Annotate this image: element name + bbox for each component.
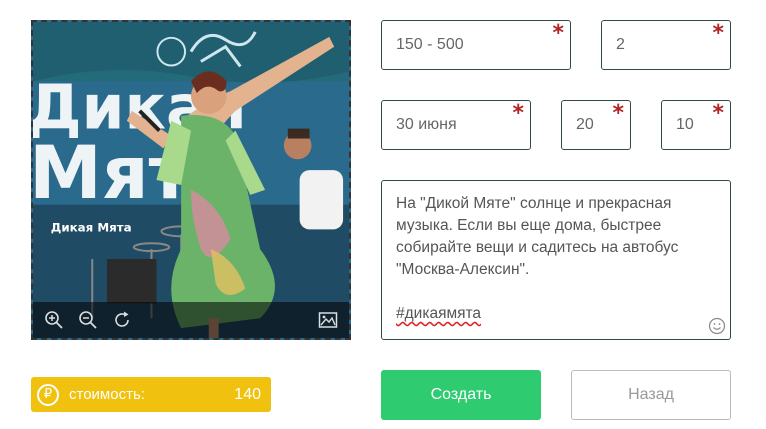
description-line: музыка. Если вы еще дома, быстрее xyxy=(396,217,662,234)
count-field[interactable]: 2 * xyxy=(601,20,731,70)
rotate-icon[interactable] xyxy=(111,309,133,331)
date-field[interactable]: 30 июня * xyxy=(381,100,531,150)
hashtag-text: #дикаямята xyxy=(396,305,482,322)
price-label: стоимость: xyxy=(69,386,145,403)
ruble-icon: ₽ xyxy=(37,383,59,406)
photo-crop-area[interactable]: Дикая Мята Дикая Мята xyxy=(31,20,351,340)
photo-toolbar xyxy=(33,302,349,338)
create-button[interactable]: Создать xyxy=(381,370,541,420)
price-range-field[interactable]: 150 - 500 * xyxy=(381,20,571,70)
date-value: 30 июня xyxy=(396,116,457,133)
description-textarea[interactable]: На "Дикой Мяте" солнце и прекрасная музы… xyxy=(381,180,731,340)
required-mark: * xyxy=(512,101,524,126)
price-value: 140 xyxy=(234,385,261,403)
festival-photo: Дикая Мята Дикая Мята xyxy=(33,22,349,338)
minute-value: 10 xyxy=(676,116,694,133)
description-line: собирайте вещи и садитесь на автобус xyxy=(396,239,679,256)
count-value: 2 xyxy=(616,36,625,53)
price-bar: ₽ стоимость: 140 xyxy=(31,377,271,412)
required-mark: * xyxy=(712,101,724,126)
zoom-in-icon[interactable] xyxy=(43,309,65,331)
minute-field[interactable]: 10 * xyxy=(661,100,731,150)
stage-sign-text: Дикая Мята xyxy=(51,220,132,234)
hour-value: 20 xyxy=(576,116,594,133)
required-mark: * xyxy=(712,21,724,46)
required-mark: * xyxy=(612,101,624,126)
hour-field[interactable]: 20 * xyxy=(561,100,631,150)
price-range-value: 150 - 500 xyxy=(396,36,464,53)
description-line: "Москва-Алексин". xyxy=(396,261,530,278)
emoji-icon[interactable] xyxy=(708,317,726,335)
required-mark: * xyxy=(552,21,564,46)
back-button[interactable]: Назад xyxy=(571,370,731,420)
zoom-out-icon[interactable] xyxy=(77,309,99,331)
description-line: На "Дикой Мяте" солнце и прекрасная xyxy=(396,195,672,212)
image-icon[interactable] xyxy=(317,309,339,331)
